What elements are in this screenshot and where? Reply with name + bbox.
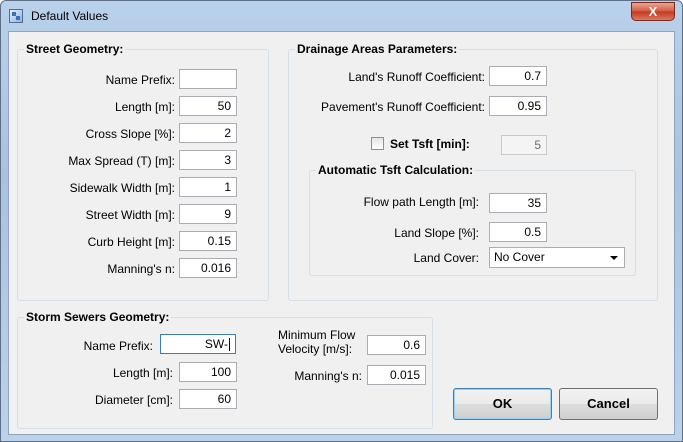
cancel-button[interactable]: Cancel bbox=[559, 388, 658, 420]
text-caret bbox=[229, 338, 230, 352]
automatic-tsft-title: Automatic Tsft Calculation: bbox=[316, 163, 476, 177]
min-flow-velocity-input[interactable]: 0.6 bbox=[367, 335, 426, 355]
street-width-label: Street Width [m]: bbox=[85, 208, 175, 222]
curb-height-input[interactable]: 0.15 bbox=[179, 231, 237, 251]
sewer-name-prefix-label: Name Prefix: bbox=[83, 339, 153, 353]
land-runoff-input[interactable]: 0.7 bbox=[489, 66, 547, 86]
sewer-mannings-input[interactable]: 0.015 bbox=[367, 365, 426, 385]
set-tsft-checkbox[interactable] bbox=[371, 137, 384, 150]
street-mannings-input[interactable]: 0.016 bbox=[179, 258, 237, 278]
flow-path-length-label: Flow path Length [m]: bbox=[363, 195, 479, 209]
sewer-length-input[interactable]: 100 bbox=[179, 362, 237, 382]
app-icon bbox=[9, 9, 23, 23]
flow-path-length-input[interactable]: 35 bbox=[489, 193, 547, 213]
min-flow-velocity-label-line2: Velocity [m/s]: bbox=[278, 342, 353, 356]
sewer-length-label: Length [m]: bbox=[112, 366, 173, 380]
sewer-diameter-label: Diameter [cm]: bbox=[94, 393, 173, 407]
land-cover-select[interactable]: No Cover bbox=[489, 247, 625, 268]
close-button[interactable]: X bbox=[631, 2, 675, 21]
sewer-name-prefix-value: SW- bbox=[204, 337, 228, 351]
sewer-name-prefix-input[interactable]: SW- bbox=[160, 334, 236, 354]
window-title: Default Values bbox=[31, 9, 109, 23]
street-mannings-label: Manning's n: bbox=[107, 262, 175, 276]
title-bar[interactable]: Default Values X bbox=[1, 1, 682, 31]
set-tsft-label: Set Tsft [min]: bbox=[390, 137, 470, 151]
street-length-label: Length [m]: bbox=[114, 100, 175, 114]
land-slope-label: Land Slope [%]: bbox=[394, 226, 479, 240]
street-name-prefix-label: Name Prefix: bbox=[105, 73, 175, 87]
dialog-body: Street Geometry: Name Prefix: Length [m]… bbox=[8, 31, 675, 435]
max-spread-label: Max Spread (T) [m]: bbox=[68, 154, 175, 168]
pavement-runoff-label: Pavement's Runoff Coefficient: bbox=[321, 100, 485, 114]
drainage-title: Drainage Areas Parameters: bbox=[295, 42, 460, 56]
sewer-mannings-label: Manning's n: bbox=[294, 369, 362, 383]
sewer-diameter-input[interactable]: 60 bbox=[179, 389, 237, 409]
street-width-input[interactable]: 9 bbox=[179, 204, 237, 224]
street-name-prefix-input[interactable] bbox=[179, 69, 237, 89]
street-length-input[interactable]: 50 bbox=[179, 96, 237, 116]
pavement-runoff-input[interactable]: 0.95 bbox=[489, 96, 547, 116]
cross-slope-label: Cross Slope [%]: bbox=[85, 127, 175, 141]
street-geometry-title: Street Geometry: bbox=[24, 42, 126, 56]
sidewalk-width-input[interactable]: 1 bbox=[179, 177, 237, 197]
max-spread-input[interactable]: 3 bbox=[179, 150, 237, 170]
land-cover-label: Land Cover: bbox=[413, 251, 479, 265]
land-runoff-label: Land's Runoff Coefficient: bbox=[348, 70, 485, 84]
sidewalk-width-label: Sidewalk Width [m]: bbox=[69, 181, 175, 195]
chevron-down-icon bbox=[610, 256, 618, 260]
cross-slope-input[interactable]: 2 bbox=[179, 123, 237, 143]
storm-sewers-title: Storm Sewers Geometry: bbox=[24, 310, 172, 324]
set-tsft-input[interactable]: 5 bbox=[501, 135, 547, 155]
curb-height-label: Curb Height [m]: bbox=[87, 235, 175, 249]
dialog-window: Default Values X Street Geometry: Name P… bbox=[0, 0, 683, 442]
land-slope-input[interactable]: 0.5 bbox=[489, 222, 547, 242]
land-cover-selected-value: No Cover bbox=[494, 250, 545, 264]
ok-button[interactable]: OK bbox=[453, 388, 552, 420]
min-flow-velocity-label-line1: Minimum Flow bbox=[278, 328, 356, 342]
